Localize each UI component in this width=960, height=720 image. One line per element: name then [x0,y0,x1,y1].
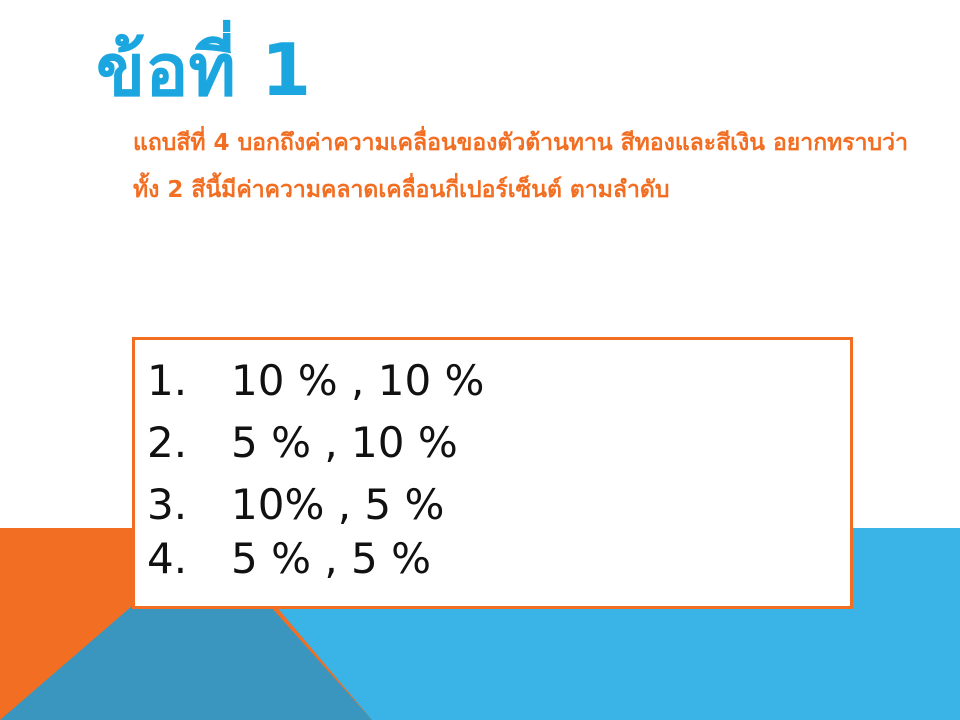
option-number: 1. [147,356,188,405]
slide: ข้อที่ 1 แถบสีที่ 4 บอกถึงค่าความเคลื่อน… [0,0,960,720]
answer-options: 1. 10 % , 10 % 2. 5 % , 10 % 3. 10% , 5 % 4… [135,340,850,590]
option-text: 10 % , 10 % [231,356,485,405]
option-text: 5 % , 10 % [231,418,458,467]
option-number: 2. [147,418,188,467]
question-text: แถบสีที่ 4 บอกถึงค่าความเคลื่อนของตัวต้า… [133,130,908,203]
option-text: 10% , 5 % [231,480,445,529]
answer-box: 1. 10 % , 10 % 2. 5 % , 10 % 3. 10% , 5 % 4… [132,337,853,609]
option-number: 3. [147,480,188,529]
answer-option-3[interactable]: 3. 10% , 5 % [147,474,850,536]
slide-title: ข้อที่ 1 [96,28,312,112]
answer-option-4[interactable]: 4. 5 % , 5 % [147,528,850,590]
option-number: 4. [147,534,188,583]
option-text: 5 % , 5 % [231,534,432,583]
answer-option-2[interactable]: 2. 5 % , 10 % [147,412,850,474]
answer-option-1[interactable]: 1. 10 % , 10 % [147,350,850,412]
